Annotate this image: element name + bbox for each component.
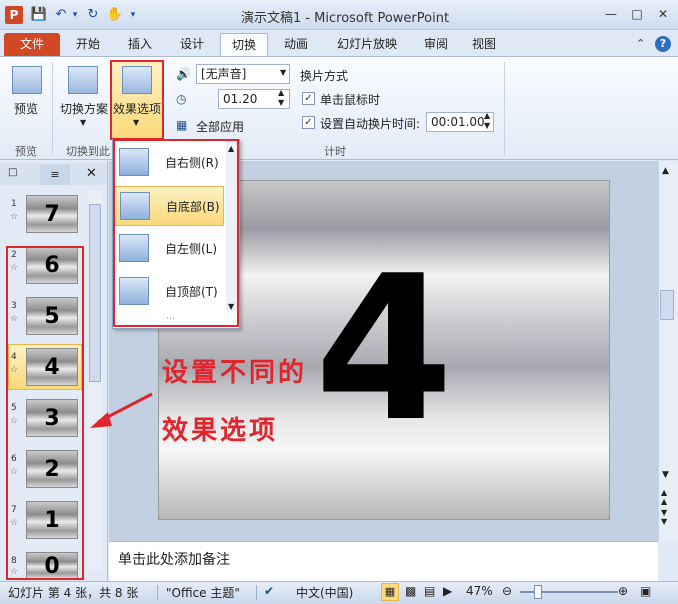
slideshow-view-icon[interactable]: ▶	[443, 584, 452, 598]
annotation-text-2: 效果选项	[162, 416, 279, 446]
customize-toolbar-icon[interactable]: ▾	[128, 6, 138, 24]
sound-select[interactable]: [无声音]	[196, 64, 290, 84]
effect-options-red-box	[110, 60, 164, 140]
redo-icon[interactable]: ↻	[84, 6, 102, 24]
preview-button[interactable]: 预览	[6, 100, 46, 117]
reading-view-icon[interactable]: ▤	[424, 584, 435, 598]
slide-thumbnail[interactable]: 7	[26, 195, 78, 233]
transition-scheme-icon[interactable]	[68, 66, 98, 94]
tab-slideshow[interactable]: 幻灯片放映	[324, 33, 410, 56]
duration-stepper[interactable]: ▲ ▼	[278, 88, 284, 108]
notes-placeholder[interactable]: 单击此处添加备注	[118, 549, 230, 569]
group-preview-label: 预览	[15, 145, 37, 158]
annotation-arrow-icon	[90, 392, 153, 428]
slide-number: 1	[11, 199, 17, 209]
close-window-button[interactable]: ✕	[652, 5, 674, 23]
fit-to-window-icon[interactable]: ▣	[640, 584, 651, 598]
outline-tab-icon[interactable]: ≡	[40, 165, 70, 185]
tab-home[interactable]: 开始	[64, 33, 112, 56]
close-pane-icon[interactable]: ✕	[86, 166, 97, 181]
zoom-in-icon[interactable]: ⊕	[618, 584, 628, 598]
transition-scheme-button[interactable]: 切换方案	[56, 100, 112, 117]
collapse-ribbon-icon[interactable]: ⌃	[636, 37, 645, 50]
tab-transitions[interactable]: 切换	[220, 33, 268, 56]
scroll-down-icon[interactable]: ▼	[662, 470, 669, 480]
touch-icon[interactable]: ✋	[106, 6, 124, 24]
tab-insert[interactable]: 插入	[116, 33, 164, 56]
vertical-scrollbar[interactable]	[658, 161, 678, 541]
theme-name[interactable]: "Office 主题"	[166, 584, 240, 601]
undo-icon[interactable]: ↶	[52, 6, 70, 24]
window-title: 演示文稿1 - Microsoft PowerPoint	[240, 11, 450, 26]
chevron-down-icon: ▼	[80, 118, 87, 127]
minimize-button[interactable]: —	[600, 5, 622, 23]
previous-slide-icon[interactable]: ▲ ▲	[661, 488, 667, 506]
group-timing-label: 计时	[324, 145, 346, 158]
tab-review[interactable]: 审阅	[414, 33, 458, 56]
apply-all-button[interactable]: 全部应用	[196, 118, 244, 135]
powerpoint-logo-icon: P	[5, 6, 23, 24]
pane-scrollbar-thumb[interactable]	[89, 204, 101, 382]
chevron-down-icon: ▼	[280, 68, 287, 77]
slide-sorter-icon[interactable]: ▩	[405, 584, 416, 598]
auto-advance-stepper[interactable]: ▲ ▼	[484, 111, 490, 131]
slide-info: 幻灯片 第 4 张，共 8 张	[8, 586, 139, 600]
separator	[157, 585, 158, 600]
save-icon[interactable]: 💾	[30, 6, 48, 24]
transition-star-icon: ☆	[10, 212, 19, 222]
apply-all-icon: ▦	[176, 118, 188, 132]
spell-check-icon[interactable]: ✔	[264, 584, 274, 598]
slides-red-box	[6, 246, 84, 580]
scroll-up-icon[interactable]: ▲	[662, 166, 669, 176]
auto-advance-label: 设置自动换片时间:	[320, 117, 421, 131]
tab-view[interactable]: 视图	[462, 33, 506, 56]
normal-view-icon[interactable]: ▦	[381, 583, 399, 601]
separator	[52, 62, 53, 156]
zoom-out-icon[interactable]: ⊖	[502, 584, 512, 598]
duration-clock-icon: ◷	[176, 92, 187, 106]
separator	[504, 62, 505, 156]
scrollbar-thumb[interactable]	[660, 290, 674, 320]
auto-advance-checkbox[interactable]: ✓	[302, 116, 315, 129]
group-transition-label: 切换到此	[66, 145, 110, 158]
on-click-checkbox[interactable]: ✓	[302, 92, 315, 105]
tab-design[interactable]: 设计	[168, 33, 216, 56]
tab-animations[interactable]: 动画	[272, 33, 320, 56]
tab-file[interactable]: 文件	[4, 33, 60, 56]
on-click-label: 单击鼠标时	[320, 93, 381, 107]
annotation-text-1: 设置不同的	[162, 358, 308, 388]
preview-icon[interactable]	[12, 66, 42, 94]
undo-dropdown-icon[interactable]: ▾	[70, 6, 80, 24]
dropdown-red-box	[113, 139, 239, 327]
advance-heading: 换片方式	[300, 69, 349, 83]
sound-icon: 🔊	[176, 67, 191, 81]
help-icon[interactable]: ?	[655, 36, 671, 52]
language[interactable]: 中文(中国)	[296, 584, 353, 601]
next-slide-icon[interactable]: ▼ ▼	[661, 508, 667, 526]
separator	[256, 585, 257, 600]
maximize-button[interactable]: □	[626, 5, 648, 23]
zoom-slider-thumb[interactable]	[534, 585, 542, 599]
slides-tab-icon[interactable]: □	[8, 167, 17, 178]
zoom-level[interactable]: 47%	[466, 584, 493, 598]
